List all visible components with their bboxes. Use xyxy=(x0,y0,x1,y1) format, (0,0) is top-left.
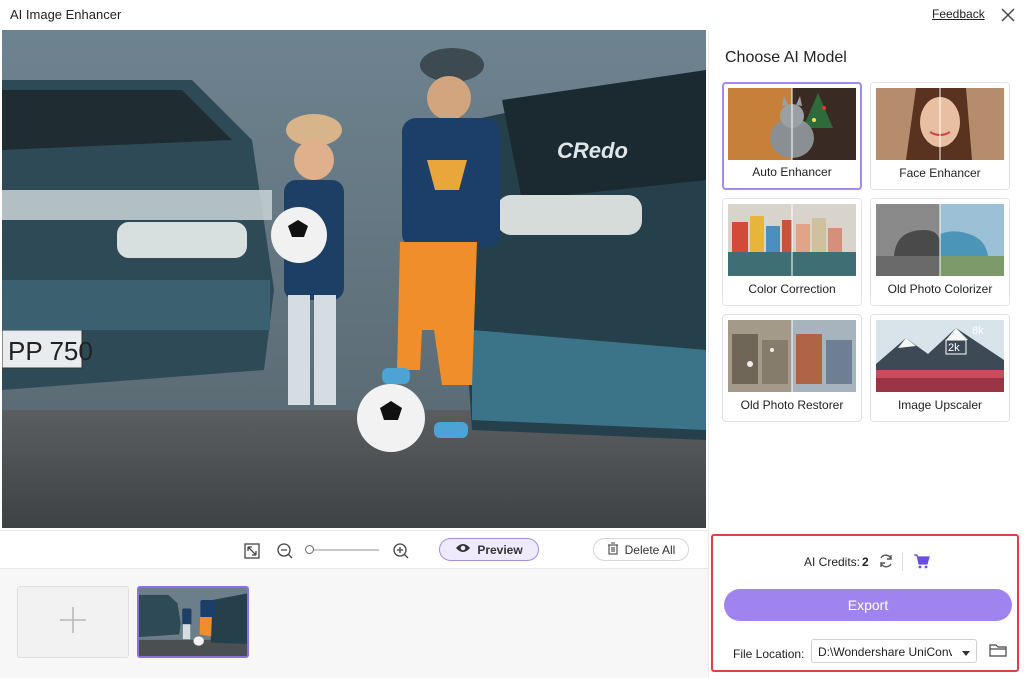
eye-icon xyxy=(455,542,471,557)
file-location-select[interactable]: D:\Wondershare UniConverter xyxy=(811,639,977,663)
old-photo-colorizer-preview xyxy=(876,204,1004,276)
main-preview-image: PP 750 CRedo xyxy=(2,30,706,528)
upscaler-tag-large: 8k xyxy=(972,325,984,337)
cart-icon[interactable] xyxy=(913,553,930,569)
zoom-out-icon[interactable] xyxy=(276,542,294,560)
upscaler-tag-small: 2k xyxy=(948,342,960,354)
model-card-auto-enhancer[interactable]: Auto Enhancer xyxy=(722,82,862,190)
add-image-button[interactable] xyxy=(17,586,129,658)
file-location-label: File Location: xyxy=(733,647,805,661)
model-card-color-correction[interactable]: Color Correction xyxy=(722,198,862,306)
delete-all-label: Delete All xyxy=(624,542,676,557)
face-enhancer-preview xyxy=(876,88,1004,160)
model-card-face-enhancer[interactable]: Face Enhancer xyxy=(870,82,1010,190)
old-photo-restorer-preview xyxy=(728,320,856,392)
model-label: Old Photo Colorizer xyxy=(887,282,993,296)
credits-value: 2 xyxy=(862,555,869,569)
export-button[interactable]: Export xyxy=(724,589,1012,621)
model-label: Auto Enhancer xyxy=(752,165,832,179)
model-card-old-photo-colorizer[interactable]: Old Photo Colorizer xyxy=(870,198,1010,306)
zoom-in-icon[interactable] xyxy=(392,542,410,560)
preview-label: Preview xyxy=(477,542,523,557)
zoom-slider-handle[interactable] xyxy=(305,545,314,554)
svg-text:CRedo: CRedo xyxy=(557,138,628,163)
export-section: AI Credits: 2 Export File Location: D:\W… xyxy=(711,534,1019,672)
fit-screen-icon[interactable] xyxy=(243,542,261,560)
close-icon[interactable] xyxy=(998,5,1018,25)
svg-text:PP 750: PP 750 xyxy=(8,336,93,366)
image-toolbar: Preview Delete All xyxy=(0,530,708,568)
title-bar: AI Image Enhancer Feedback xyxy=(0,0,1028,30)
chevron-down-icon xyxy=(961,647,971,656)
divider xyxy=(902,553,903,571)
image-thumbnail[interactable] xyxy=(137,586,249,658)
refresh-icon[interactable] xyxy=(878,553,894,569)
model-label: Face Enhancer xyxy=(899,166,981,180)
model-label: Old Photo Restorer xyxy=(740,398,844,412)
model-label: Image Upscaler xyxy=(897,398,983,412)
credits-row: AI Credits: 2 xyxy=(713,553,1017,571)
delete-all-button[interactable]: Delete All xyxy=(593,538,689,561)
zoom-slider-track[interactable] xyxy=(309,549,379,551)
model-card-old-photo-restorer[interactable]: Old Photo Restorer xyxy=(722,314,862,422)
feedback-link[interactable]: Feedback xyxy=(932,7,985,21)
preview-button[interactable]: Preview xyxy=(439,538,539,561)
file-location-value: D:\Wondershare UniConverter xyxy=(818,645,952,659)
plus-icon xyxy=(58,605,88,640)
auto-enhancer-preview xyxy=(728,88,856,160)
app-title: AI Image Enhancer xyxy=(10,7,122,22)
model-card-image-upscaler[interactable]: 2k 8k Image Upscaler xyxy=(870,314,1010,422)
panel-heading: Choose AI Model xyxy=(725,49,847,66)
model-label: Color Correction xyxy=(748,282,836,296)
image-upscaler-preview: 2k 8k xyxy=(876,320,1004,392)
credits-label: AI Credits: xyxy=(804,555,861,569)
color-correction-preview xyxy=(728,204,856,276)
thumbnail-strip xyxy=(0,568,708,678)
trash-icon xyxy=(607,541,619,558)
folder-icon[interactable] xyxy=(989,642,1007,658)
